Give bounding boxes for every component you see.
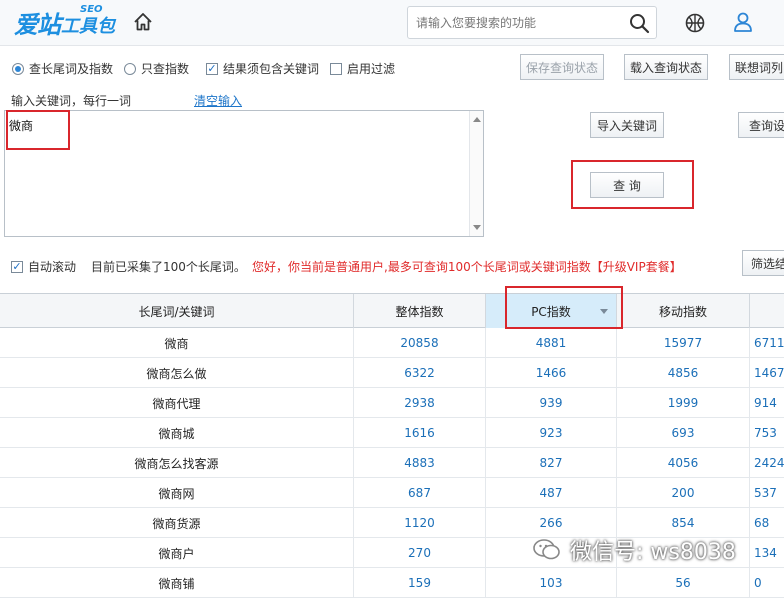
index-cell: 2938 [354,388,486,418]
search-icon[interactable] [628,12,650,34]
save-state-button[interactable]: 保存查询状态 [520,54,604,80]
import-keywords-button[interactable]: 导入关键词 [590,112,664,138]
wechat-watermark: 微信号: ws8038 [532,532,784,568]
enable-filter-option[interactable]: 启用过滤 [330,60,395,77]
suggest-list-button[interactable]: 联想词列 [729,54,784,80]
mode-index-only-option[interactable]: 只查指数 [124,60,189,77]
radio-icon[interactable] [124,62,136,75]
index-cell: 15977 [617,328,750,358]
app-header: 爱站 工具包 SEO [0,0,784,46]
index-cell: 200 [617,478,750,508]
index-cell: 687 [354,478,486,508]
feature-search-box[interactable] [407,6,657,39]
index-cell: 0 [754,576,762,590]
wechat-icon [533,539,560,560]
index-cell: 827 [486,448,617,478]
query-settings-button[interactable]: 查询设 [738,112,784,138]
filter-results-button[interactable]: 筛选结 [742,250,784,276]
clear-input-link[interactable]: 清空输入 [194,92,242,109]
auto-scroll-label: 自动滚动 [28,260,77,274]
index-cell: 4056 [617,448,750,478]
keyword-cell: 微商户 [0,538,354,568]
logo-main-text: 爱站 [14,11,61,39]
feature-search-input[interactable] [416,14,616,32]
watermark-text: 微信号: ws8038 [570,540,736,565]
enable-filter-label: 启用过滤 [347,62,396,76]
must-contain-option[interactable]: ✓ 结果须包含关键词 [206,60,319,77]
index-cell: 20858 [354,328,486,358]
basketball-icon[interactable] [684,12,706,34]
checkbox-icon[interactable] [330,62,342,75]
index-cell: 103 [486,568,617,598]
keyword-textarea[interactable]: 微商 [4,110,484,237]
keyword-cell: 微商货源 [0,508,354,538]
keyword-cell: 微商怎么找客源 [0,448,354,478]
index-cell: 914 [754,396,777,410]
keyword-cell: 微商代理 [0,388,354,418]
column-header-extra[interactable] [750,294,784,328]
logo-sub-text: 工具包 [61,16,115,37]
index-cell: 6322 [354,358,486,388]
keyword-cell: 微商怎么做 [0,358,354,388]
home-icon[interactable] [132,11,154,33]
index-cell: 537 [754,486,777,500]
index-cell: 923 [486,418,617,448]
mode-longtail-option[interactable]: 查长尾词及指数 [12,60,113,77]
table-row[interactable]: 微商怎么找客源 4883 827 4056 2424 [0,448,784,478]
mode-index-only-label: 只查指数 [141,62,190,76]
table-row[interactable]: 微商 20858 4881 15977 6711 [0,328,784,358]
user-icon[interactable] [733,11,753,33]
keyword-highlight-box [6,110,70,150]
keyword-cell: 微商 [0,328,354,358]
index-cell: 56 [617,568,750,598]
index-cell: 6711 [754,336,784,350]
index-cell: 2424 [754,456,784,470]
index-cell: 1467 [754,366,784,380]
index-cell: 4883 [354,448,486,478]
logo-seo-text: SEO [80,4,103,15]
index-cell: 1466 [486,358,617,388]
index-cell: 4856 [617,358,750,388]
index-cell: 270 [354,538,486,568]
checkbox-checked-icon[interactable]: ✓ [206,62,218,75]
table-row[interactable]: 微商网 687 487 200 537 [0,478,784,508]
table-row[interactable]: 微商怎么做 6322 1466 4856 1467 [0,358,784,388]
mode-longtail-label: 查长尾词及指数 [29,62,114,76]
vip-warning[interactable]: 您好，你当前是普通用户,最多可查询100个长尾词或关键词指数【升级VIP套餐】 [252,258,682,275]
radio-icon[interactable] [12,62,24,75]
scroll-down-icon[interactable] [473,225,481,230]
index-cell: 1616 [354,418,486,448]
index-cell: 693 [617,418,750,448]
checkbox-checked-icon[interactable]: ✓ [11,260,23,273]
must-contain-label: 结果须包含关键词 [223,62,320,76]
load-state-button[interactable]: 载入查询状态 [624,54,708,80]
column-header-mobile-index[interactable]: 移动指数 [617,294,750,328]
table-row[interactable]: 微商城 1616 923 693 753 [0,418,784,448]
table-header: 长尾词/关键词 整体指数 PC指数 移动指数 [0,294,784,328]
keyword-input-label: 输入关键词，每行一词 [11,94,132,108]
index-cell: 4881 [486,328,617,358]
app-logo[interactable]: 爱站 工具包 SEO [14,4,115,40]
keyword-cell: 微商网 [0,478,354,508]
auto-scroll-option[interactable]: ✓ 自动滚动 [11,258,76,275]
textarea-scrollbar[interactable] [469,111,483,236]
table-row[interactable]: 微商代理 2938 939 1999 914 [0,388,784,418]
column-header-keyword[interactable]: 长尾词/关键词 [0,294,354,328]
index-cell: 939 [486,388,617,418]
index-cell: 753 [754,426,777,440]
scroll-up-icon[interactable] [473,117,481,122]
index-cell: 1120 [354,508,486,538]
keyword-cell: 微商铺 [0,568,354,598]
index-cell: 159 [354,568,486,598]
index-cell: 1999 [617,388,750,418]
keyword-cell: 微商城 [0,418,354,448]
column-header-overall-index[interactable]: 整体指数 [354,294,486,328]
query-button-highlight-box [571,160,694,209]
table-row[interactable]: 微商铺 159 103 56 0 [0,568,784,598]
index-cell: 487 [486,478,617,508]
collected-status: 目前已采集了100个长尾词。 [91,260,246,274]
pc-index-highlight-box [505,286,623,329]
